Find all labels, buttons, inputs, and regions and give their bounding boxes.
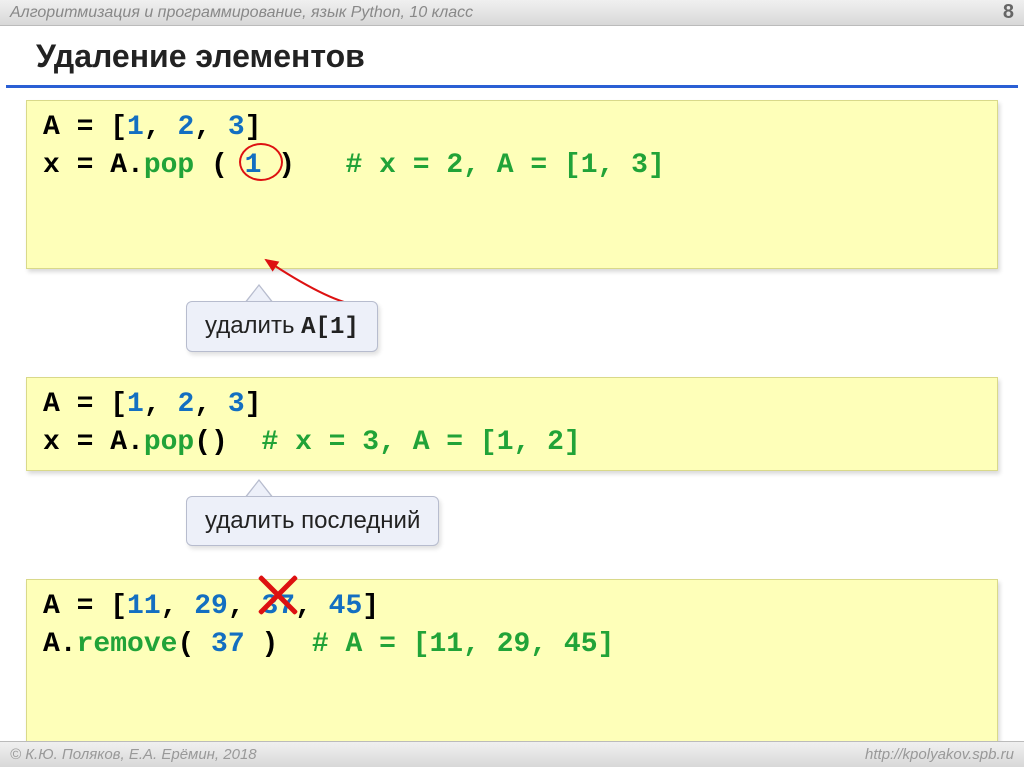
code-block-pop-last: A = [1, 2, 3] x = A.pop() # x = 3, A = [… <box>26 377 998 471</box>
callout-delete-index: удалить A[1] <box>186 301 378 352</box>
footer-bar: © К.Ю. Поляков, Е.А. Ерёмин, 2018 http:/… <box>0 741 1024 767</box>
course-label: Алгоритмизация и программирование, язык … <box>10 4 473 22</box>
page-number: 8 <box>1003 1 1014 24</box>
url-label: http://kpolyakov.spb.ru <box>865 746 1014 763</box>
page-title: Удаление элементов <box>6 26 1018 88</box>
content-area: A = [1, 2, 3] x = A.pop ( 1 ) # x = 2, A… <box>0 100 1024 748</box>
callout-delete-last: удалить последний <box>186 496 439 546</box>
copyright-label: © К.Ю. Поляков, Е.А. Ерёмин, 2018 <box>10 746 257 763</box>
code-block-pop-index: A = [1, 2, 3] x = A.pop ( 1 ) # x = 2, A… <box>26 100 998 269</box>
header-bar: Алгоритмизация и программирование, язык … <box>0 0 1024 26</box>
code-block-remove: A = [11, 29, 37, 45] A.remove( 37 ) # A … <box>26 579 998 748</box>
